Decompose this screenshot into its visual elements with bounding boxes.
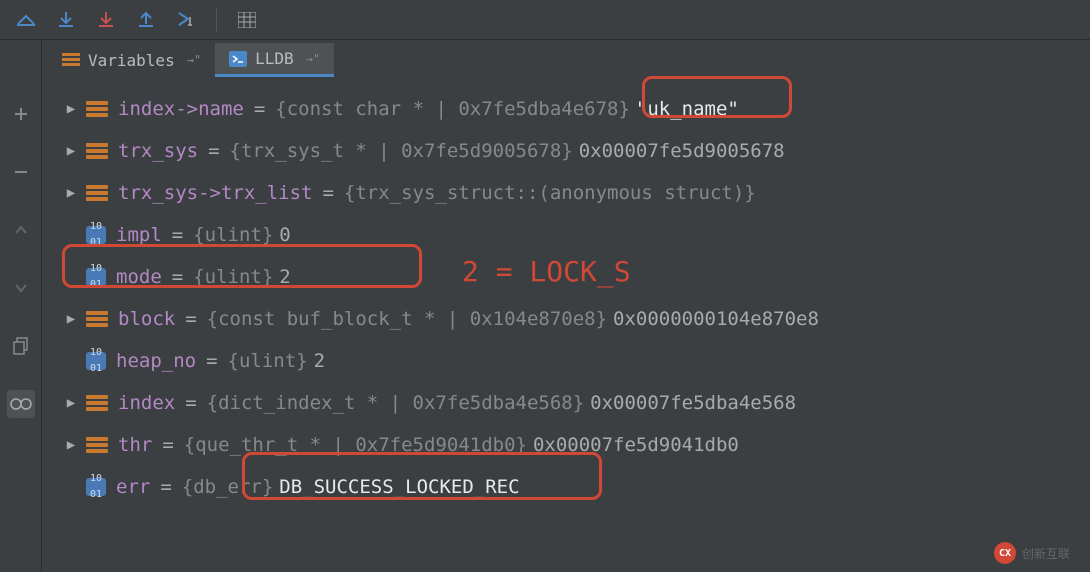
primitive-icon: 1001 [86, 352, 106, 370]
struct-icon [86, 437, 108, 453]
variable-row[interactable]: ▶ index = {dict_index_t * | 0x7fe5dba4e5… [62, 382, 1090, 424]
expand-arrow-icon[interactable]: ▶ [62, 434, 80, 456]
struct-icon [86, 143, 108, 159]
evaluate-expression-icon[interactable] [229, 5, 265, 35]
toolbar-divider [216, 8, 217, 32]
var-type: {trx_sys_struct::(anonymous struct)} [344, 178, 756, 208]
force-step-into-icon[interactable] [88, 5, 124, 35]
var-name: thr [118, 430, 152, 460]
expand-arrow-icon[interactable]: ▶ [62, 182, 80, 204]
equals: = [206, 346, 217, 376]
struct-icon [86, 101, 108, 117]
variable-row[interactable]: ▶ block = {const buf_block_t * | 0x104e8… [62, 298, 1090, 340]
primitive-icon: 1001 [86, 478, 106, 496]
show-watches-icon[interactable] [7, 390, 35, 418]
step-into-icon[interactable] [48, 5, 84, 35]
variable-row[interactable]: 1001 heap_no = {ulint} 2 [62, 340, 1090, 382]
variable-row[interactable]: 1001 mode = {ulint} 2 [62, 256, 1090, 298]
var-name: block [118, 304, 175, 334]
watermark: CX 创新互联 [994, 542, 1070, 564]
copy-icon[interactable] [7, 332, 35, 360]
var-name: heap_no [116, 346, 196, 376]
var-type: {ulint} [193, 220, 273, 250]
variables-list: ▶ index->name = {const char * | 0x7fe5db… [42, 80, 1090, 572]
expand-arrow-icon[interactable]: ▶ [62, 140, 80, 162]
var-name: index->name [118, 94, 244, 124]
expand-arrow-icon[interactable]: ▶ [62, 308, 80, 330]
watermark-text: 创新互联 [1022, 545, 1070, 562]
tab-lldb[interactable]: LLDB →" [215, 43, 334, 77]
gutter [0, 40, 42, 572]
content-area: Variables →" LLDB →" ▶ index->name = {co… [42, 40, 1090, 572]
var-type: {db_err} [182, 472, 274, 502]
var-type: {dict_index_t * | 0x7fe5dba4e568} [207, 388, 585, 418]
remove-watch-icon[interactable] [7, 158, 35, 186]
pin-icon: →" [306, 52, 320, 66]
tab-label: Variables [88, 51, 175, 70]
watermark-logo: CX [994, 542, 1016, 564]
var-name: trx_sys [118, 136, 198, 166]
var-name: trx_sys->trx_list [118, 178, 312, 208]
equals: = [254, 94, 265, 124]
variable-row[interactable]: 1001 err = {db_err} DB_SUCCESS_LOCKED_RE… [62, 466, 1090, 508]
step-out-icon[interactable] [128, 5, 164, 35]
primitive-icon: 1001 [86, 268, 106, 286]
variables-tab-icon [62, 53, 80, 67]
var-value: "uk_name" [636, 94, 739, 124]
var-type: {const char * | 0x7fe5dba4e678} [275, 94, 630, 124]
var-value: 0x00007fe5d9005678 [579, 136, 785, 166]
variable-row[interactable]: ▶ trx_sys = {trx_sys_t * | 0x7fe5d900567… [62, 130, 1090, 172]
primitive-icon: 1001 [86, 226, 106, 244]
variable-row[interactable]: ▶ thr = {que_thr_t * | 0x7fe5d9041db0} 0… [62, 424, 1090, 466]
equals: = [208, 136, 219, 166]
pin-icon: →" [187, 53, 201, 67]
variable-row[interactable]: ▶ trx_sys->trx_list = {trx_sys_struct::(… [62, 172, 1090, 214]
var-value: 0x00007fe5dba4e568 [590, 388, 796, 418]
var-value: DB_SUCCESS_LOCKED_REC [279, 472, 519, 502]
variable-row[interactable]: 1001 impl = {ulint} 0 [62, 214, 1090, 256]
main-area: Variables →" LLDB →" ▶ index->name = {co… [0, 40, 1090, 572]
var-name: err [116, 472, 150, 502]
var-value: 0 [279, 220, 290, 250]
struct-icon [86, 185, 108, 201]
equals: = [185, 388, 196, 418]
var-type: {ulint} [193, 262, 273, 292]
var-type: {que_thr_t * | 0x7fe5d9041db0} [184, 430, 527, 460]
step-over-icon[interactable] [8, 5, 44, 35]
variable-row[interactable]: ▶ index->name = {const char * | 0x7fe5db… [62, 88, 1090, 130]
struct-icon [86, 311, 108, 327]
tab-bar: Variables →" LLDB →" [42, 40, 1090, 80]
run-to-cursor-icon[interactable] [168, 5, 204, 35]
equals: = [172, 262, 183, 292]
equals: = [185, 304, 196, 334]
var-value: 2 [279, 262, 290, 292]
equals: = [322, 178, 333, 208]
move-down-icon[interactable] [7, 274, 35, 302]
equals: = [160, 472, 171, 502]
equals: = [162, 430, 173, 460]
var-name: impl [116, 220, 162, 250]
var-type: {const buf_block_t * | 0x104e870e8} [207, 304, 607, 334]
add-watch-icon[interactable] [7, 100, 35, 128]
tab-variables[interactable]: Variables →" [48, 43, 215, 77]
equals: = [172, 220, 183, 250]
var-value: 0x0000000104e870e8 [613, 304, 819, 334]
var-name: index [118, 388, 175, 418]
var-value: 2 [314, 346, 325, 376]
debugger-toolbar [0, 0, 1090, 40]
move-up-icon[interactable] [7, 216, 35, 244]
var-type: {trx_sys_t * | 0x7fe5d9005678} [230, 136, 573, 166]
lldb-tab-icon [229, 52, 247, 66]
var-type: {ulint} [228, 346, 308, 376]
expand-arrow-icon[interactable]: ▶ [62, 98, 80, 120]
var-name: mode [116, 262, 162, 292]
expand-arrow-icon[interactable]: ▶ [62, 392, 80, 414]
var-value: 0x00007fe5d9041db0 [533, 430, 739, 460]
struct-icon [86, 395, 108, 411]
tab-label: LLDB [255, 49, 294, 68]
